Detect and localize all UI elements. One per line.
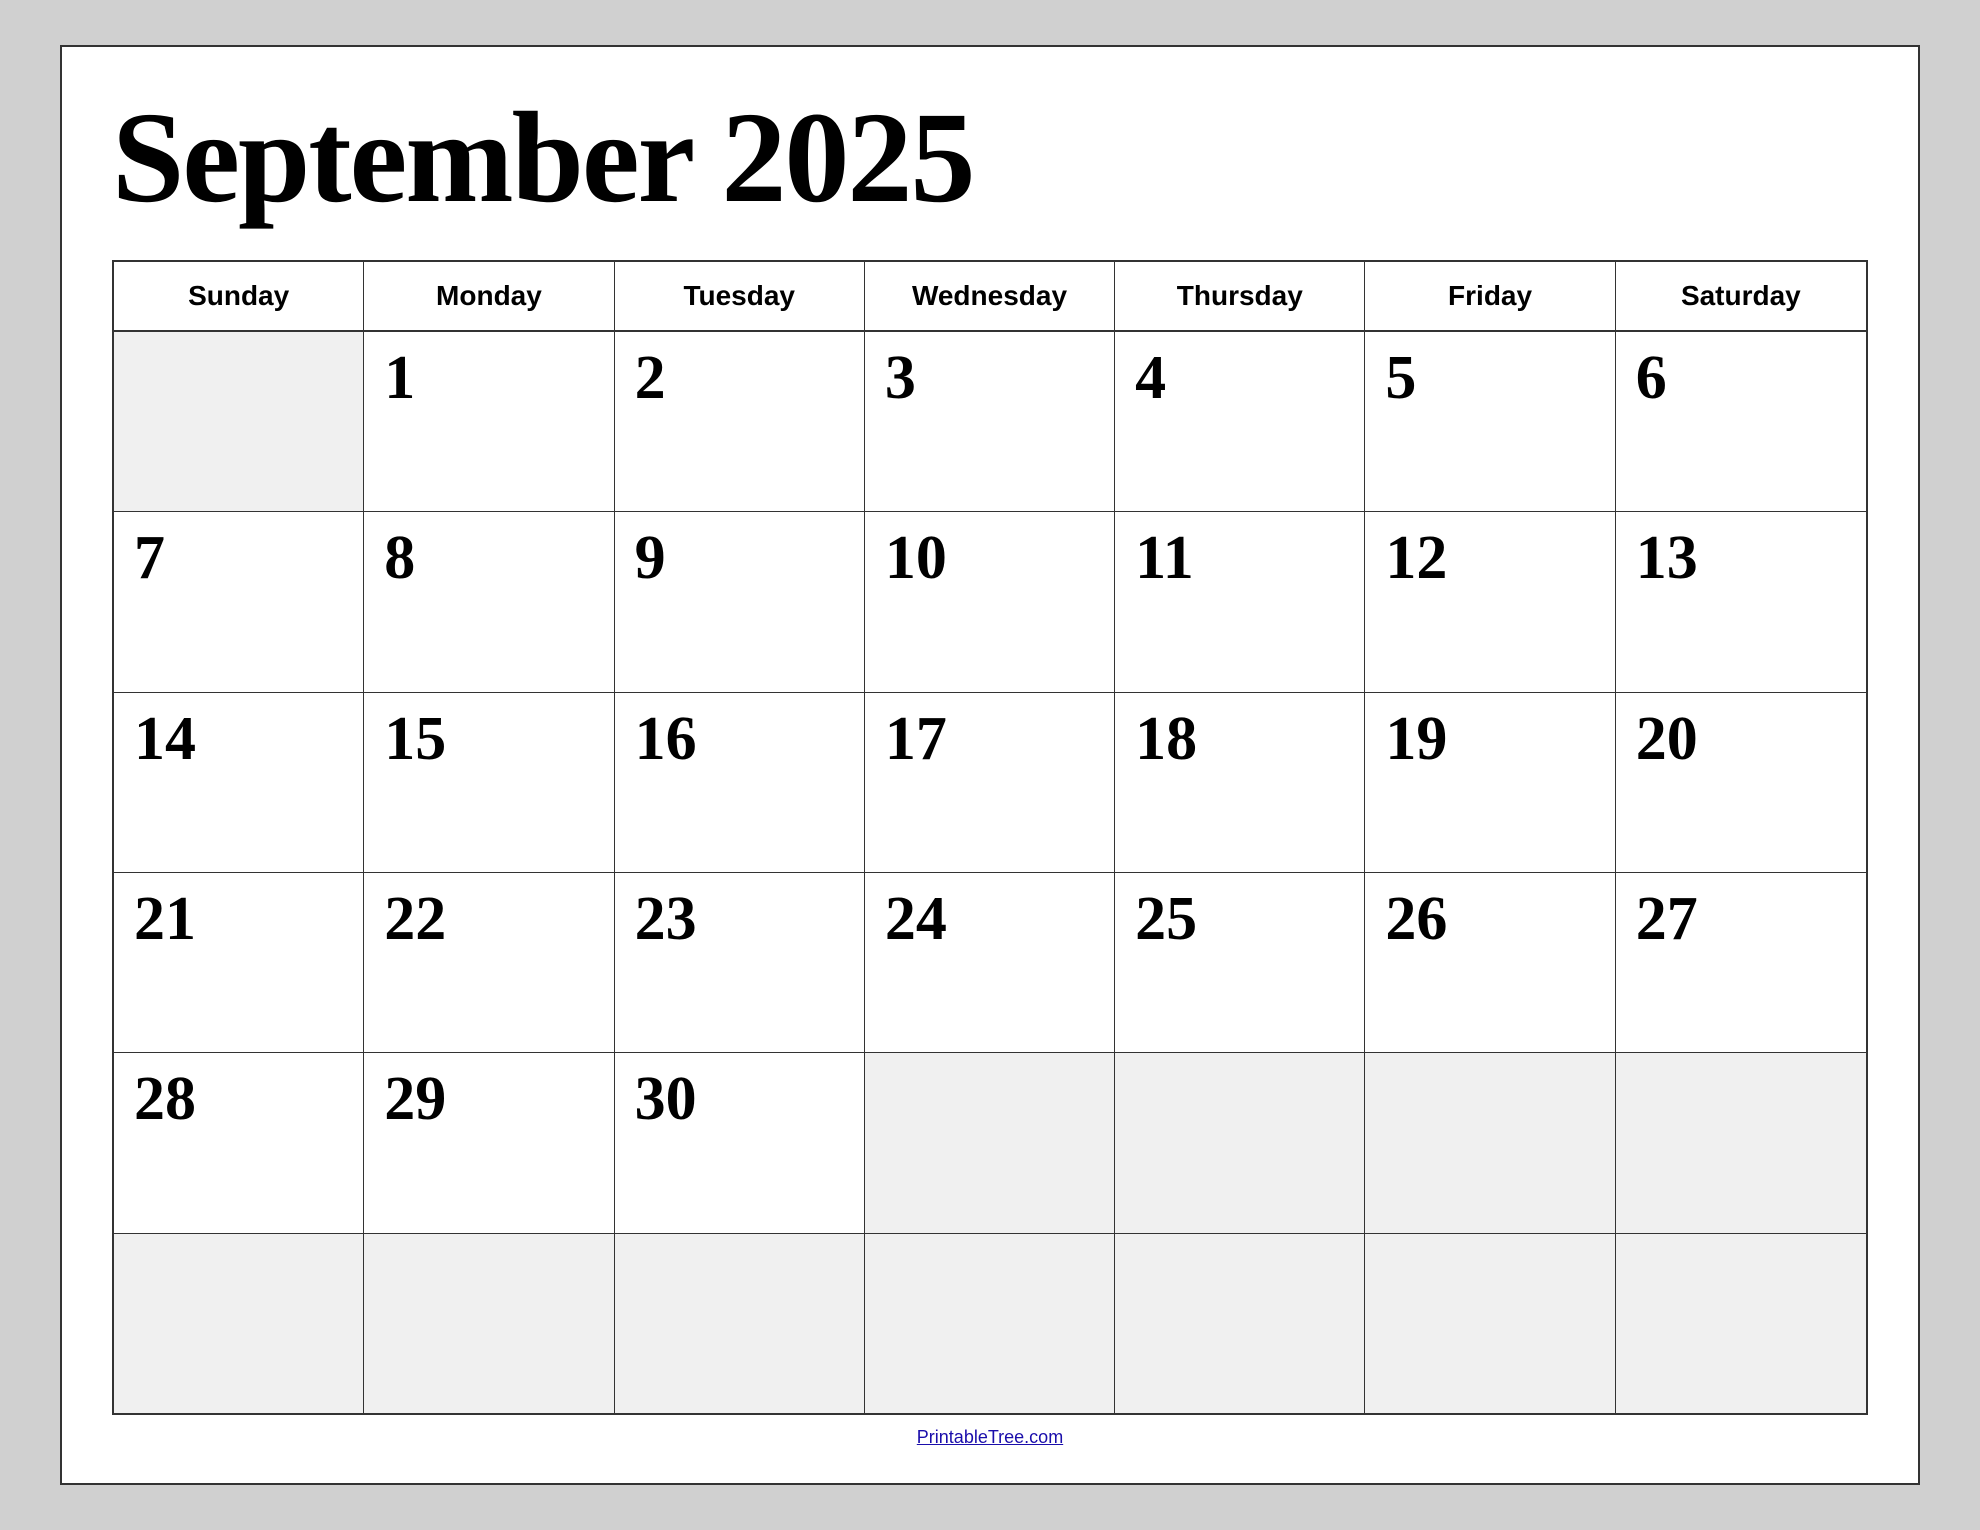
day-cell: [865, 1053, 1115, 1232]
day-number: 8: [384, 527, 415, 589]
day-cell: [114, 332, 364, 511]
day-cell: 25: [1115, 873, 1365, 1052]
day-cell: 27: [1616, 873, 1866, 1052]
day-header-sunday: Sunday: [114, 262, 364, 330]
day-cell: 11: [1115, 512, 1365, 691]
day-cell: 7: [114, 512, 364, 691]
week-row-1: 1 2 3 4 5 6: [114, 332, 1866, 512]
weeks-container: 1234567891011121314151617181920212223242…: [114, 332, 1866, 1413]
day-number: 26: [1385, 888, 1447, 950]
day-cell: 6: [1616, 332, 1866, 511]
day-cell: 29: [364, 1053, 614, 1232]
day-number: 17: [885, 708, 947, 770]
day-header-monday: Monday: [364, 262, 614, 330]
day-number: 18: [1135, 708, 1197, 770]
day-cell: 16: [615, 693, 865, 872]
day-cell: [1115, 1053, 1365, 1232]
day-cell: 10: [865, 512, 1115, 691]
day-cell: 24: [865, 873, 1115, 1052]
day-number: 29: [384, 1068, 446, 1130]
day-cell: 30: [615, 1053, 865, 1232]
calendar-page: September 2025 SundayMondayTuesdayWednes…: [60, 45, 1920, 1485]
day-header-thursday: Thursday: [1115, 262, 1365, 330]
day-header-saturday: Saturday: [1616, 262, 1866, 330]
day-cell: [1365, 1234, 1615, 1413]
day-number: 30: [635, 1068, 697, 1130]
day-cell: 28: [114, 1053, 364, 1232]
week-row-6: [114, 1234, 1866, 1413]
day-cell: 22: [364, 873, 614, 1052]
day-cell: [114, 1234, 364, 1413]
day-number: 20: [1636, 708, 1698, 770]
day-cell: 13: [1616, 512, 1866, 691]
day-number: 11: [1135, 527, 1194, 589]
day-number: 12: [1385, 527, 1447, 589]
day-header-tuesday: Tuesday: [615, 262, 865, 330]
day-cell: 14: [114, 693, 364, 872]
week-row-4: 21 22 23 24 25 26 27: [114, 873, 1866, 1053]
day-number: 7: [134, 527, 165, 589]
day-number: 9: [635, 527, 666, 589]
day-header-wednesday: Wednesday: [865, 262, 1115, 330]
day-cell: 26: [1365, 873, 1615, 1052]
day-number: 16: [635, 708, 697, 770]
day-cell: 8: [364, 512, 614, 691]
day-cell: 4: [1115, 332, 1365, 511]
day-number: 19: [1385, 708, 1447, 770]
day-number: 5: [1385, 347, 1416, 409]
day-cell: [1365, 1053, 1615, 1232]
day-number: 13: [1636, 527, 1698, 589]
day-number: 15: [384, 708, 446, 770]
day-cell: 17: [865, 693, 1115, 872]
week-row-3: 14 15 16 17 18 19 20: [114, 693, 1866, 873]
day-cell: 12: [1365, 512, 1615, 691]
day-headers: SundayMondayTuesdayWednesdayThursdayFrid…: [114, 262, 1866, 332]
day-number: 2: [635, 347, 666, 409]
day-cell: 18: [1115, 693, 1365, 872]
day-cell: 19: [1365, 693, 1615, 872]
day-cell: 23: [615, 873, 865, 1052]
day-cell: 9: [615, 512, 865, 691]
day-cell: [1115, 1234, 1365, 1413]
week-row-2: 7 8 9 10 11 12 13: [114, 512, 1866, 692]
footer-link[interactable]: PrintableTree.com: [917, 1427, 1063, 1447]
day-cell: [1616, 1234, 1866, 1413]
calendar-grid: SundayMondayTuesdayWednesdayThursdayFrid…: [112, 260, 1868, 1415]
day-cell: 15: [364, 693, 614, 872]
day-number: 24: [885, 888, 947, 950]
day-cell: [615, 1234, 865, 1413]
day-number: 3: [885, 347, 916, 409]
day-cell: [364, 1234, 614, 1413]
week-row-5: 28 29 30: [114, 1053, 1866, 1233]
footer: PrintableTree.com: [112, 1415, 1868, 1453]
day-number: 28: [134, 1068, 196, 1130]
day-cell: 2: [615, 332, 865, 511]
day-number: 21: [134, 888, 196, 950]
day-cell: 20: [1616, 693, 1866, 872]
day-number: 14: [134, 708, 196, 770]
day-number: 27: [1636, 888, 1698, 950]
day-cell: 3: [865, 332, 1115, 511]
day-number: 22: [384, 888, 446, 950]
day-cell: [865, 1234, 1115, 1413]
day-cell: [1616, 1053, 1866, 1232]
day-cell: 1: [364, 332, 614, 511]
calendar-title: September 2025: [112, 87, 1868, 230]
day-cell: 5: [1365, 332, 1615, 511]
day-number: 25: [1135, 888, 1197, 950]
day-number: 4: [1135, 347, 1166, 409]
day-cell: 21: [114, 873, 364, 1052]
day-number: 1: [384, 347, 415, 409]
day-number: 23: [635, 888, 697, 950]
day-header-friday: Friday: [1365, 262, 1615, 330]
day-number: 10: [885, 527, 947, 589]
day-number: 6: [1636, 347, 1667, 409]
